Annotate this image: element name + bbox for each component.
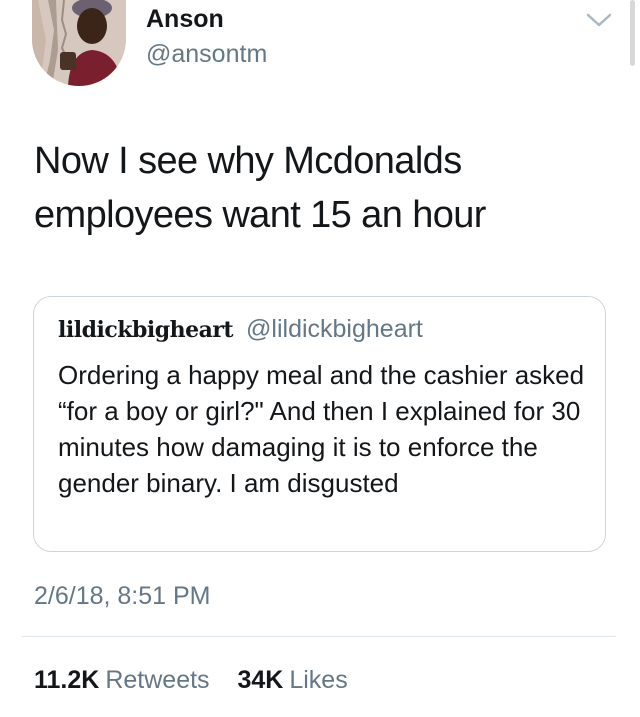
retweets-count: 11.2K (34, 666, 100, 694)
quoted-tweet-header: lildickbigheart @lildickbigheart (58, 315, 423, 344)
quoted-author-handle: @lildickbigheart (246, 315, 423, 343)
quoted-tweet-text: Ordering a happy meal and the cashier as… (58, 360, 585, 498)
avatar-photo (32, 0, 126, 86)
divider (22, 636, 616, 637)
tweet-stats: 11.2K Retweets 34K Likes (34, 666, 348, 695)
tweet-text: Now I see why Mcdonalds employees want 1… (34, 140, 486, 236)
quoted-author-display-name: lildickbigheart (58, 317, 234, 343)
tweet-timestamp[interactable]: 2/6/18, 8:51 PM (34, 582, 211, 611)
likes-stat[interactable]: 34K Likes (237, 666, 347, 694)
retweets-stat[interactable]: 11.2K Retweets (34, 666, 217, 694)
likes-label: Likes (289, 666, 348, 694)
author-display-name[interactable]: Anson (146, 5, 224, 34)
author-handle[interactable]: @ansontm (146, 40, 267, 69)
tweet-detail: Anson @ansontm Now I see why Mcdonalds e… (0, 0, 640, 717)
avatar[interactable] (32, 0, 126, 86)
chevron-down-icon[interactable] (584, 8, 614, 32)
quoted-tweet-card[interactable]: lildickbigheart @lildickbigheart Orderin… (33, 296, 606, 552)
scrollbar[interactable] (630, 0, 635, 66)
likes-count: 34K (237, 666, 284, 694)
retweets-label: Retweets (105, 666, 210, 694)
